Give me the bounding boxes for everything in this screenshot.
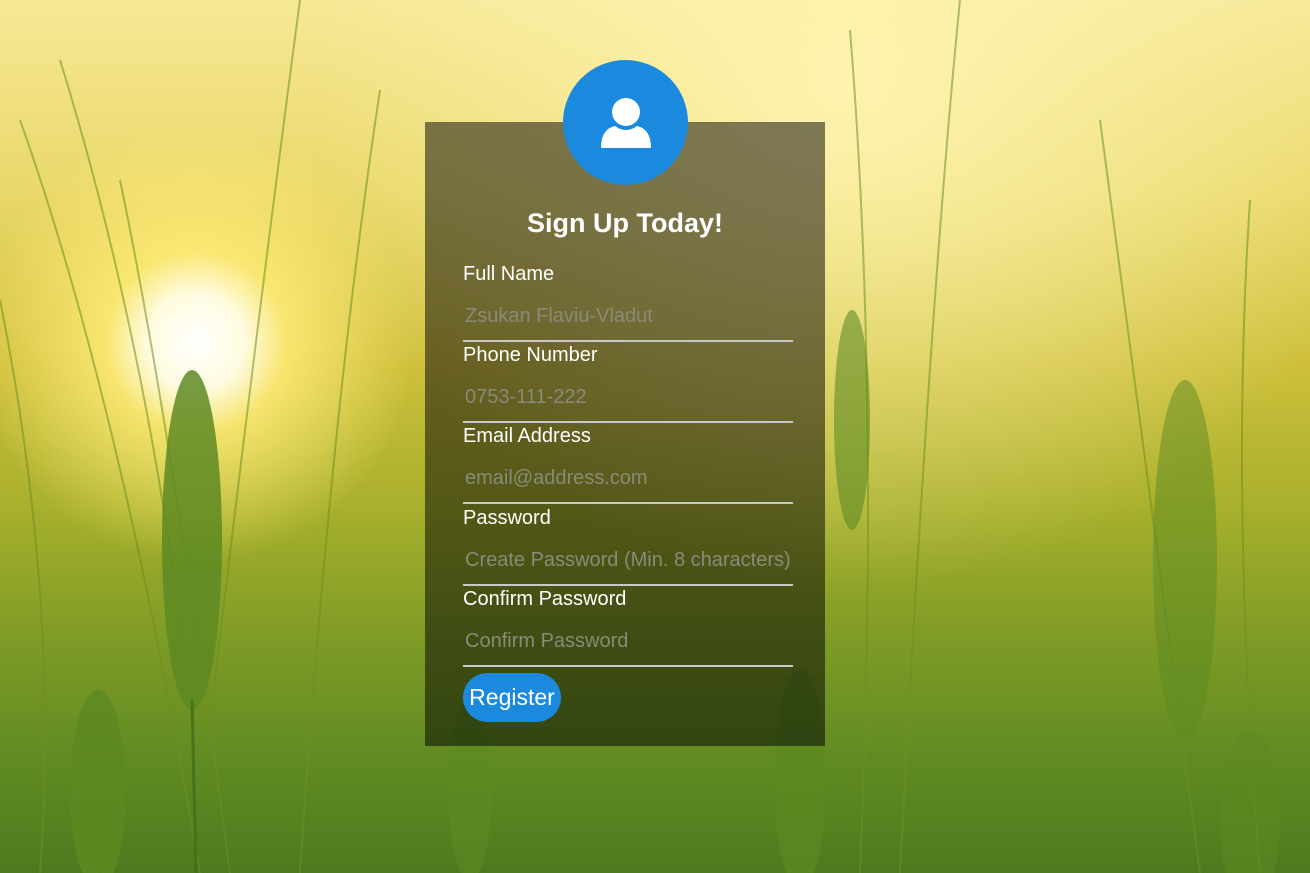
page-title: Sign Up Today!	[527, 208, 723, 238]
full-name-input[interactable]	[463, 286, 793, 342]
user-icon	[600, 97, 651, 148]
avatar	[563, 60, 688, 185]
register-button[interactable]: Register	[463, 673, 561, 722]
email-field[interactable]	[463, 448, 793, 504]
full-name-group: Full Name	[463, 262, 793, 342]
email-address-group: Email Address	[463, 424, 793, 504]
confirm-password-group: Confirm Password	[463, 587, 793, 667]
phone-number-input[interactable]	[463, 367, 793, 423]
password-group: Password	[463, 506, 793, 586]
confirm-password-label: Confirm Password	[463, 588, 627, 610]
password-input[interactable]	[463, 530, 793, 586]
phone-number-group: Phone Number	[463, 343, 793, 423]
confirm-password-input[interactable]	[463, 611, 793, 667]
full-name-label: Full Name	[463, 263, 555, 285]
password-label: Password	[463, 507, 551, 529]
phone-number-label: Phone Number	[463, 344, 598, 366]
email-address-label: Email Address	[463, 425, 591, 447]
